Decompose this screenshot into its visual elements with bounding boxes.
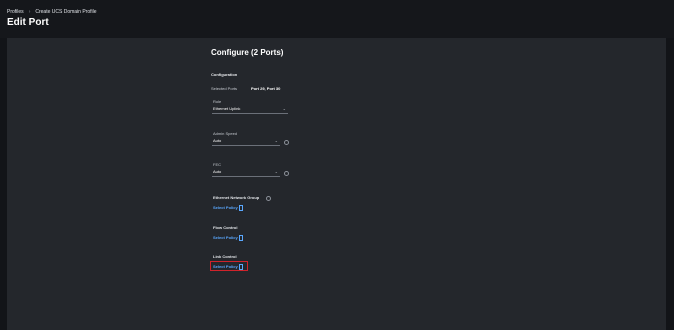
breadcrumb: Profiles › Create UCS Domain Profile bbox=[7, 9, 97, 15]
breadcrumb-separator: › bbox=[28, 9, 31, 15]
breadcrumb-create-domain-profile[interactable]: Create UCS Domain Profile bbox=[35, 9, 96, 15]
admin-speed-label: Admin Speed bbox=[213, 131, 238, 136]
chevron-down-icon: ⌄ bbox=[274, 138, 278, 143]
ethernet-network-group-label: Ethernet Network Group bbox=[213, 195, 260, 200]
fec-label: FEC bbox=[213, 162, 221, 167]
section-heading: Configuration bbox=[211, 72, 238, 77]
select-policy-text: Select Policy bbox=[213, 235, 238, 241]
info-icon[interactable] bbox=[284, 140, 289, 145]
flow-control-label: Flow Control bbox=[213, 225, 238, 230]
info-icon[interactable] bbox=[266, 196, 271, 201]
form-title: Configure (2 Ports) bbox=[211, 48, 284, 57]
selected-ports-value: Port 29, Port 30 bbox=[251, 86, 281, 91]
admin-speed-value: Auto bbox=[213, 138, 222, 143]
content-panel bbox=[7, 38, 666, 330]
document-icon bbox=[238, 205, 244, 211]
chevron-down-icon: ⌄ bbox=[274, 169, 278, 174]
role-value: Ethernet Uplink bbox=[213, 106, 241, 111]
document-icon bbox=[238, 235, 244, 241]
selected-ports-label: Selected Ports bbox=[211, 86, 238, 91]
page-title: Edit Port bbox=[7, 17, 49, 28]
breadcrumb-profiles[interactable]: Profiles bbox=[7, 9, 24, 15]
highlight-box bbox=[210, 261, 248, 271]
chevron-down-icon: ⌄ bbox=[282, 106, 286, 111]
select-policy-text: Select Policy bbox=[213, 205, 238, 211]
role-label: Role bbox=[213, 99, 222, 104]
fec-select[interactable]: Auto ⌄ bbox=[212, 169, 280, 177]
admin-speed-select[interactable]: Auto ⌄ bbox=[212, 138, 280, 146]
ethernet-network-group-select-policy[interactable]: Select Policy bbox=[213, 205, 244, 211]
link-control-label: Link Control bbox=[213, 254, 237, 259]
fec-value: Auto bbox=[213, 169, 222, 174]
role-select[interactable]: Ethernet Uplink ⌄ bbox=[212, 106, 288, 114]
info-icon[interactable] bbox=[284, 171, 289, 176]
top-header: Profiles › Create UCS Domain Profile Edi… bbox=[0, 0, 674, 38]
flow-control-select-policy[interactable]: Select Policy bbox=[213, 235, 244, 241]
